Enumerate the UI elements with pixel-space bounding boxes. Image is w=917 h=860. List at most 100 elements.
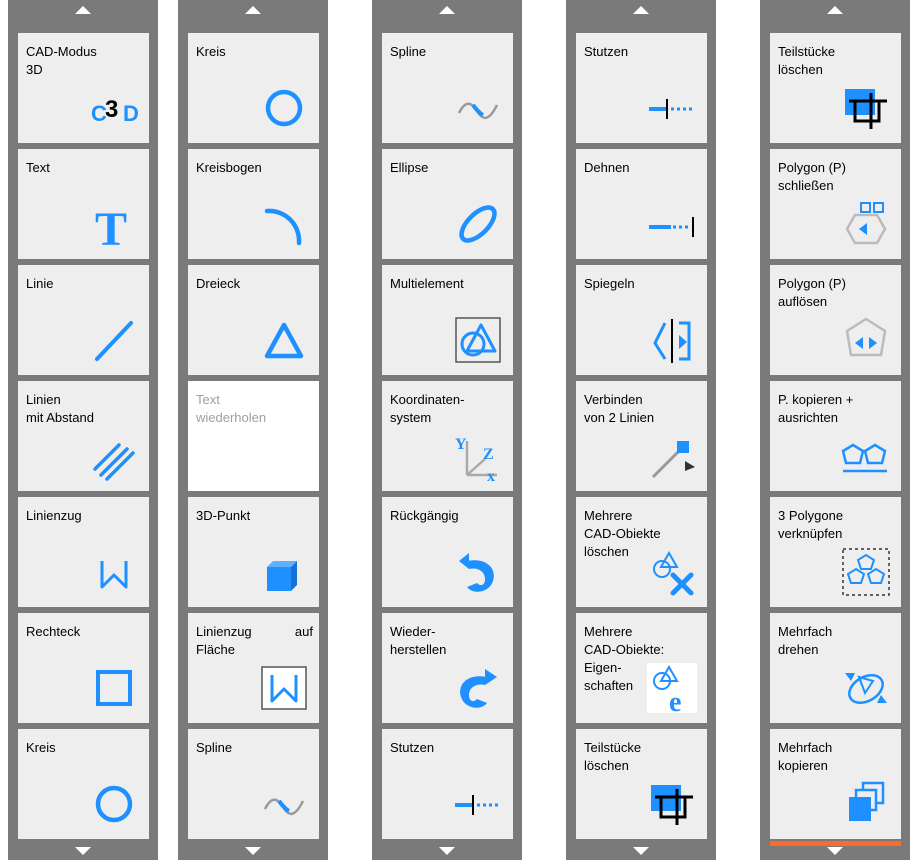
scroll-up-arrow-icon[interactable] xyxy=(439,6,455,14)
delete-multiple-icon xyxy=(647,547,697,597)
tool-button[interactable]: Dehnen xyxy=(576,149,707,259)
tool-button[interactable]: Rückgängig xyxy=(382,497,513,607)
spline-icon xyxy=(453,83,503,133)
scroll-down-arrow-icon[interactable] xyxy=(633,847,649,855)
multielement-icon xyxy=(453,315,503,365)
toolbar-column-2: Kreis Kreisbogen Dreieck Text wiederholen 3D… xyxy=(178,0,328,860)
ellipse-icon xyxy=(453,199,503,249)
scroll-up-arrow-icon[interactable] xyxy=(245,6,261,14)
coordinate-system-icon: YZx xyxy=(453,431,503,481)
tool-label: Spline xyxy=(196,740,233,755)
tool-button[interactable]: Ellipse xyxy=(382,149,513,259)
tool-button[interactable]: Teilstücke löschen xyxy=(770,33,901,143)
tool-button[interactable]: Spiegeln xyxy=(576,265,707,375)
tool-button[interactable]: Stutzen xyxy=(576,33,707,143)
tool-label: Polygon (P) schließen xyxy=(778,160,846,193)
tool-label: Linien mit Abstand xyxy=(26,392,94,425)
tool-button[interactable]: Mehrere CAD-Obiekte: Eigen- schaften e xyxy=(576,613,707,723)
tool-label: Linie xyxy=(26,276,54,291)
tool-label: 3D-Punkt xyxy=(196,508,251,523)
tool-button[interactable]: Wieder- herstellen xyxy=(382,613,513,723)
tool-label: Teilstücke löschen xyxy=(778,44,836,77)
tool-label: Linienzug auf Fläche xyxy=(196,624,313,657)
arc-icon xyxy=(259,199,309,249)
tool-button[interactable]: Text T xyxy=(18,149,149,259)
multi-rotate-icon xyxy=(841,663,891,713)
tool-label: Verbinden von 2 Linien xyxy=(584,392,655,425)
tool-button[interactable]: Multielement xyxy=(382,265,513,375)
svg-text:Z: Z xyxy=(483,446,494,463)
tool-label: Spline xyxy=(390,44,427,59)
redo-icon xyxy=(453,663,503,713)
scroll-down-arrow-icon[interactable] xyxy=(827,847,843,855)
polyline-on-surface-icon xyxy=(259,663,309,713)
selection-indicator-bar xyxy=(770,841,901,846)
trim-icon xyxy=(647,83,697,133)
scroll-down-arrow-icon[interactable] xyxy=(75,847,91,855)
tool-label: Polygon (P) auflösen xyxy=(778,276,846,309)
tool-label: Ellipse xyxy=(390,160,429,175)
tool-button[interactable]: Kreis xyxy=(18,729,149,839)
tool-button[interactable]: 3D-Punkt xyxy=(188,497,319,607)
properties-multiple-icon: e xyxy=(647,663,697,713)
mirror-icon xyxy=(647,315,697,365)
rectangle-icon xyxy=(89,663,139,713)
scroll-up-arrow-icon[interactable] xyxy=(633,6,649,14)
scroll-up-arrow-icon[interactable] xyxy=(75,6,91,14)
tool-button[interactable]: Mehrere CAD-Obiekte löschen xyxy=(576,497,707,607)
tool-button[interactable]: Koordinaten- system Y Zx xyxy=(382,381,513,491)
tool-button[interactable]: Linien mit Abstand xyxy=(18,381,149,491)
tool-button[interactable]: Rechteck xyxy=(18,613,149,723)
tool-label: Multielement xyxy=(390,276,464,291)
svg-text:e: e xyxy=(669,687,681,713)
svg-text:D: D xyxy=(123,101,139,126)
tool-button[interactable]: Verbinden von 2 Linien xyxy=(576,381,707,491)
scroll-up-arrow-icon[interactable] xyxy=(827,6,843,14)
tool-button[interactable]: Spline xyxy=(188,729,319,839)
tool-button[interactable]: Kreis xyxy=(188,33,319,143)
tool-button[interactable]: Kreisbogen xyxy=(188,149,319,259)
delete-segments-icon xyxy=(841,83,891,133)
tool-button[interactable]: Mehrfach drehen xyxy=(770,613,901,723)
cad-3d-icon: CD3 xyxy=(89,83,139,133)
tool-button[interactable]: Teilstücke löschen xyxy=(576,729,707,839)
tool-button[interactable]: P. kopieren + ausrichten xyxy=(770,381,901,491)
polygon-close-icon xyxy=(841,199,891,249)
tool-button[interactable]: Dreieck xyxy=(188,265,319,375)
tool-label: 3 Polygone verknüpfen xyxy=(778,508,844,541)
tool-label: Stutzen xyxy=(584,44,629,59)
tool-label: Spiegeln xyxy=(584,276,635,291)
tool-button[interactable]: CAD-Modus 3D C D 3 xyxy=(18,33,149,143)
tool-button[interactable]: 3 Polygone verknüpfen xyxy=(770,497,901,607)
scroll-down-arrow-icon[interactable] xyxy=(439,847,455,855)
tool-button[interactable]: Spline xyxy=(382,33,513,143)
toolbar-column-4: Stutzen Dehnen Spiegeln Verbinden von 2 Lin… xyxy=(566,0,716,860)
tool-label: Kreisbogen xyxy=(196,160,262,175)
polyline-icon xyxy=(89,547,139,597)
tool-label: Rückgängig xyxy=(390,508,459,523)
tool-button[interactable]: Linienzug xyxy=(18,497,149,607)
undo-icon xyxy=(453,547,503,597)
tool-button[interactable]: Linie xyxy=(18,265,149,375)
delete-segments-icon xyxy=(647,779,697,829)
tool-label: Dehnen xyxy=(584,160,630,175)
line-icon xyxy=(89,315,139,365)
tool-button[interactable]: Polygon (P) schließen xyxy=(770,149,901,259)
tool-label: Text xyxy=(26,160,50,175)
tool-button[interactable]: Stutzen xyxy=(382,729,513,839)
tool-label: Mehrfach drehen xyxy=(778,624,833,657)
tool-label: Dreieck xyxy=(196,276,241,291)
tool-label: Koordinaten- system xyxy=(390,392,465,425)
spline-icon xyxy=(259,779,309,829)
tool-button[interactable]: Polygon (P) auflösen xyxy=(770,265,901,375)
svg-text:3: 3 xyxy=(105,96,118,123)
parallel-lines-icon xyxy=(89,431,139,481)
svg-text:x: x xyxy=(487,468,495,481)
scroll-down-arrow-icon[interactable] xyxy=(245,847,261,855)
tool-button: Text wiederholen xyxy=(188,381,319,491)
trim-icon xyxy=(453,779,503,829)
tool-label: Stutzen xyxy=(390,740,435,755)
tool-button[interactable]: Mehrfach kopieren xyxy=(770,729,901,839)
tool-button[interactable]: Linienzug auf Fläche xyxy=(188,613,319,723)
tool-label: Text wiederholen xyxy=(196,392,267,425)
